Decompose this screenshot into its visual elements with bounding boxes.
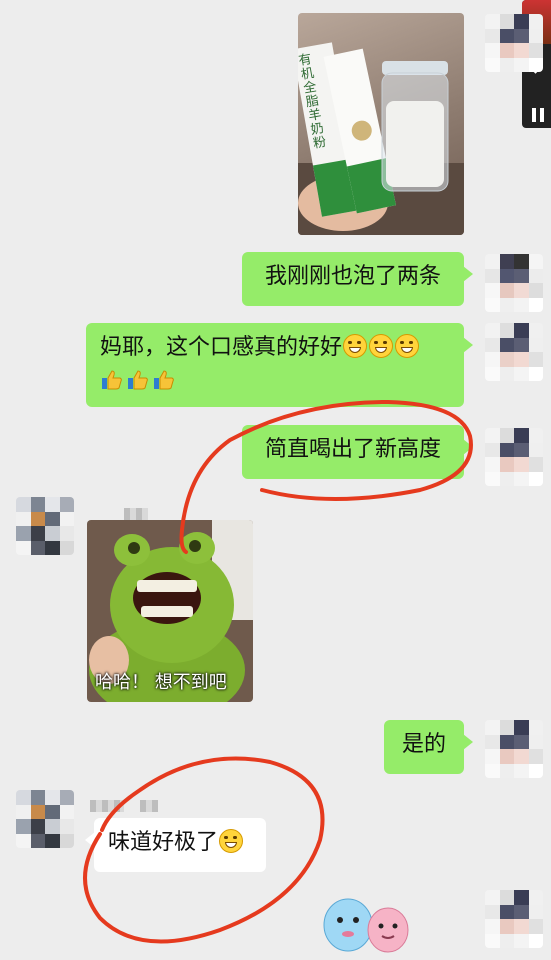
message-text: 我刚刚也泡了两条 (264, 264, 441, 289)
my-avatar[interactable] (485, 323, 543, 381)
contact-nickname-blurred (140, 800, 158, 812)
thumbs-up-icon (128, 370, 148, 390)
message-text: 妈耶，这个口感真的好好 (100, 335, 343, 360)
message-bubble-sent[interactable]: 简直喝出了新高度 (242, 425, 473, 479)
message-bubble-sent[interactable]: 是的 (384, 720, 473, 774)
contact-nickname-blurred (124, 508, 148, 520)
pause-icon[interactable] (532, 108, 544, 122)
sticker-caption: 哈哈！ 想不到吧 (95, 672, 227, 693)
message-text: 味道好极了 (108, 830, 219, 855)
my-avatar[interactable] (485, 14, 543, 72)
contact-avatar[interactable] (16, 497, 74, 555)
my-avatar[interactable] (485, 890, 543, 948)
grin-emoji-icon (369, 334, 394, 358)
grin-emoji-icon (395, 334, 420, 358)
message-bubble-sent[interactable]: 我刚刚也泡了两条 (242, 252, 473, 306)
message-text: 是的 (401, 732, 446, 757)
message-text: 简直喝出了新高度 (264, 437, 441, 462)
grin-emoji-icon (343, 334, 368, 358)
sent-photo-goat-milk[interactable]: 有机全脂羊奶粉 (298, 13, 464, 235)
grin-emoji-icon (219, 829, 244, 853)
thumbs-up-icon (102, 370, 122, 390)
contact-avatar[interactable] (16, 790, 74, 848)
contact-nickname-blurred (90, 800, 124, 812)
my-avatar[interactable] (485, 428, 543, 486)
annotation-overlay (83, 399, 473, 944)
my-avatar[interactable] (485, 254, 543, 312)
message-bubble-received[interactable]: 味道好极了 (85, 818, 266, 872)
my-avatar[interactable] (485, 720, 543, 778)
received-sticker-frog[interactable]: 哈哈！ 想不到吧 (87, 520, 253, 702)
cute-figures-sticker[interactable] (318, 890, 418, 960)
message-bubble-sent[interactable]: 妈耶，这个口感真的好好 (86, 323, 473, 407)
thumbs-up-icon (154, 370, 174, 390)
